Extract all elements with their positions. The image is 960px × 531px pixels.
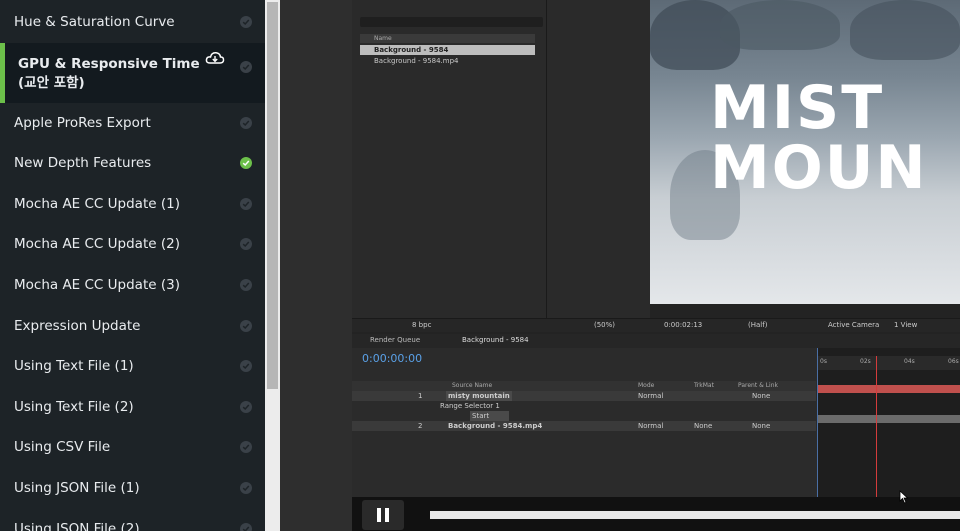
col-trkmat: TrkMat <box>694 382 714 389</box>
time-ruler: 0s 02s 04s 06s <box>818 356 960 370</box>
col-mode: Mode <box>638 382 655 389</box>
video-player[interactable]: Name Background - 9584 Background - 9584… <box>352 0 960 531</box>
check-circle-icon <box>240 279 252 291</box>
pause-icon <box>377 508 389 522</box>
lesson-item[interactable]: Expression Update <box>0 306 265 346</box>
check-circle-icon <box>240 522 252 531</box>
lesson-label: Using CSV File <box>14 439 111 456</box>
lesson-item[interactable]: Hue & Saturation Curve <box>0 2 265 42</box>
player-controls <box>352 497 960 531</box>
check-circle-icon <box>240 60 252 73</box>
ae-panel-gap <box>547 0 650 318</box>
mouse-cursor-icon <box>899 490 909 504</box>
sidebar-scrollbar-thumb[interactable] <box>267 2 278 389</box>
layer-row: Start <box>352 411 816 421</box>
player-letterbox <box>280 0 352 531</box>
lesson-item[interactable]: Apple ProRes Export <box>0 103 265 143</box>
layer-row: 1 misty mountain Normal None <box>352 391 816 401</box>
progress-bar[interactable] <box>430 511 960 519</box>
lesson-item[interactable]: Mocha AE CC Update (1) <box>0 184 265 224</box>
layer-bar <box>818 385 960 393</box>
lesson-item[interactable]: Mocha AE CC Update (3) <box>0 265 265 305</box>
composition-title: MIST MOUN <box>710 78 928 198</box>
project-item: Background - 9584.mp4 <box>374 57 459 65</box>
check-circle-icon <box>240 157 252 170</box>
ae-project-panel: Name Background - 9584 Background - 9584… <box>352 0 547 318</box>
check-circle-icon <box>240 197 252 210</box>
lesson-label: Mocha AE CC Update (1) <box>14 195 180 212</box>
lesson-label: GPU & Responsive Time (교안 포함) <box>18 55 200 91</box>
tab-render-queue: Render Queue <box>370 336 421 344</box>
project-search-input <box>360 17 543 27</box>
layer-name: misty mountain <box>446 391 512 401</box>
check-circle-icon <box>240 238 252 251</box>
title-line-2: MOUN <box>710 133 928 203</box>
check-circle-icon <box>240 482 252 494</box>
check-circle-icon <box>240 116 252 129</box>
lesson-sidebar: Hue & Saturation Curve GPU & Responsive T… <box>0 0 265 531</box>
lesson-item[interactable]: GPU & Responsive Time (교안 포함) <box>0 42 265 103</box>
lesson-label: Mocha AE CC Update (2) <box>14 236 180 253</box>
layer-bar <box>818 415 960 423</box>
lesson-label: Using JSON File (2) <box>14 520 140 531</box>
layer-row: 2 Background - 9584.mp4 Normal None None <box>352 421 816 431</box>
tab-background: Background - 9584 <box>462 336 529 344</box>
check-circle-icon <box>240 441 252 454</box>
lesson-item[interactable]: Using JSON File (2) <box>0 509 265 531</box>
lesson-label: Hue & Saturation Curve <box>14 14 175 30</box>
cloud-download-icon[interactable] <box>205 51 225 71</box>
lesson-item[interactable]: New Depth Features <box>0 143 265 183</box>
check-circle-icon <box>240 360 252 373</box>
lesson-item[interactable]: Mocha AE CC Update (2) <box>0 224 265 264</box>
timeline-tabs: Render Queue Background - 9584 <box>352 334 960 348</box>
lesson-label: Using Text File (2) <box>14 398 134 415</box>
check-circle-icon <box>240 400 252 413</box>
lesson-item[interactable]: Using Text File (2) <box>0 387 265 427</box>
lesson-label: Mocha AE CC Update (3) <box>14 277 180 293</box>
composition-toolbar: 8 bpc (50%) 0:00:02:13 (Half) Active Cam… <box>352 318 960 332</box>
title-line-1: MIST <box>710 73 885 143</box>
layer-name: Background - 9584.mp4 <box>448 422 543 430</box>
lesson-item[interactable]: Using CSV File <box>0 427 265 467</box>
check-circle-icon <box>240 16 252 28</box>
col-source: Source Name <box>452 382 493 389</box>
project-name-header: Name <box>360 34 535 43</box>
lesson-item[interactable]: Using Text File (1) <box>0 346 265 386</box>
composition-viewer: MIST MOUN <box>650 0 960 304</box>
lesson-label: New Depth Features <box>14 155 152 172</box>
lesson-item[interactable]: Using JSON File (1) <box>0 468 265 508</box>
lesson-label: Using Text File (1) <box>14 358 134 375</box>
lesson-label: Apple ProRes Export <box>14 114 151 131</box>
resolution-value: (Half) <box>748 321 768 329</box>
pause-button[interactable] <box>362 500 404 530</box>
layer-row: Range Selector 1 <box>440 402 500 410</box>
lesson-label: Expression Update <box>14 317 141 334</box>
lesson-label: Using JSON File (1) <box>14 480 140 496</box>
timeline-timecode: 0:00:00:00 <box>362 352 423 365</box>
zoom-value: (50%) <box>594 321 616 329</box>
fps-label: 8 bpc <box>412 321 432 329</box>
col-parent: Parent & Link <box>738 382 778 389</box>
camera-value: Active Camera <box>828 321 880 329</box>
active-indicator <box>0 42 5 103</box>
check-circle-icon <box>240 319 252 332</box>
current-time: 0:00:02:13 <box>664 321 703 329</box>
project-item: Background - 9584 <box>360 45 535 55</box>
view-value: 1 View <box>894 321 918 329</box>
